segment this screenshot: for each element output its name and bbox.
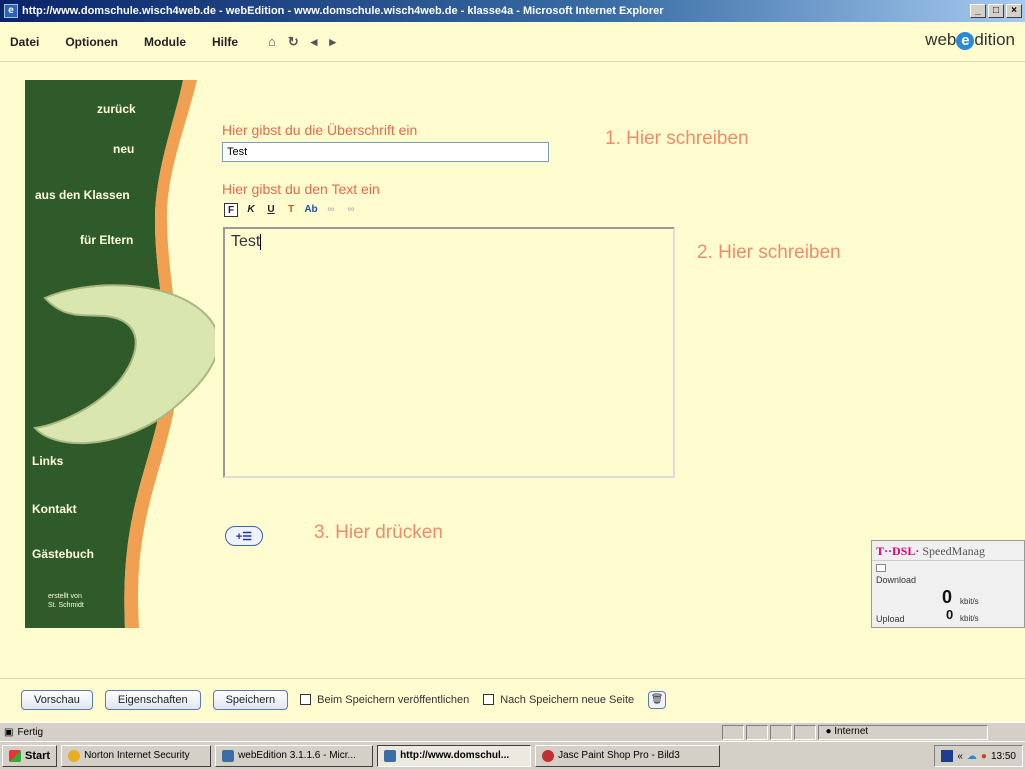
tdsl-logo: T··DSL· — [876, 544, 920, 558]
upload-label: Upload — [876, 614, 905, 624]
add-entry-button[interactable]: +☰ — [225, 526, 263, 546]
upload-value: 0 — [946, 607, 954, 622]
webedition-e-icon: e — [956, 32, 975, 50]
underline-button[interactable]: U — [264, 203, 278, 217]
status-text: Fertig — [17, 726, 44, 738]
ie-icon — [222, 749, 235, 762]
tray-expand-icon[interactable]: « — [957, 751, 963, 762]
nav-links[interactable]: Links — [32, 454, 63, 468]
norton-icon — [68, 749, 81, 762]
editor-text: Test — [231, 233, 261, 250]
nav-kontakt[interactable]: Kontakt — [32, 502, 77, 516]
font-color-button[interactable]: T — [284, 203, 298, 217]
home-icon[interactable]: ⌂ — [268, 34, 276, 50]
reload-icon[interactable]: ↻ — [288, 34, 299, 50]
school-sidebar: zurück neu aus den Klassen für Eltern Li… — [25, 80, 215, 628]
menu-optionen[interactable]: Optionen — [65, 35, 118, 49]
window-titlebar: e http://www.domschule.wisch4web.de - we… — [0, 0, 1025, 22]
credit-text: erstellt von St. Schmidt — [48, 593, 84, 609]
ie-icon — [384, 749, 397, 762]
maximize-button[interactable]: □ — [988, 4, 1004, 18]
editor-toolbar: F K U T Ab ∞ ∞ — [224, 203, 358, 217]
text-editor[interactable]: Test — [223, 227, 675, 478]
minimize-button[interactable]: _ — [970, 4, 986, 18]
nav-neu[interactable]: neu — [113, 142, 134, 156]
text-caret — [260, 234, 262, 250]
nav-gaestebuch[interactable]: Gästebuch — [32, 547, 94, 561]
system-tray: « ☁ ● 13:50 — [934, 745, 1023, 767]
download-value: 0 — [942, 587, 953, 607]
speedmanager-title: SpeedManag — [922, 544, 986, 558]
windows-logo-icon — [9, 749, 21, 762]
back-icon[interactable]: ◂ — [311, 34, 318, 50]
step1-hint: 1. Hier schreiben — [605, 128, 749, 149]
globe-icon: ● — [825, 725, 835, 737]
publish-on-save-checkbox[interactable]: Beim Speichern veröffentlichen — [300, 694, 469, 706]
clock: 13:50 — [990, 750, 1016, 762]
download-unit: kbit/s — [960, 597, 979, 606]
forward-icon[interactable]: ▸ — [329, 34, 336, 50]
new-page-after-save-checkbox[interactable]: Nach Speichern neue Seite — [483, 694, 634, 706]
security-icon[interactable]: ● — [981, 751, 987, 762]
nav-fuer-eltern[interactable]: für Eltern — [80, 233, 133, 247]
step3-hint: 3. Hier drücken — [314, 522, 443, 543]
menu-datei[interactable]: Datei — [10, 35, 39, 49]
nav-zurueck[interactable]: zurück — [97, 102, 136, 116]
nav-aus-den-klassen[interactable]: aus den Klassen — [35, 188, 130, 202]
task-domschule[interactable]: http://www.domschul... — [377, 744, 532, 767]
ie-icon: e — [4, 4, 18, 18]
dsl-speedmanager-widget[interactable]: T··DSL· SpeedManag Download 0 kbit/s Upl… — [871, 540, 1025, 628]
download-label: Download — [876, 575, 917, 585]
plus-list-icon: +☰ — [235, 530, 253, 543]
speed-meter-bar — [876, 564, 886, 572]
menu-bar: Datei Optionen Module Hilfe ⌂ ↻ ◂ ▸ — [0, 22, 1025, 62]
heading-label: Hier gibst du die Überschrift ein — [222, 122, 418, 138]
network-icon[interactable]: ☁ — [967, 751, 977, 762]
paintshop-icon — [542, 749, 555, 762]
windows-taskbar: Start Norton Internet Security webEditio… — [0, 741, 1025, 769]
properties-button[interactable]: Eigenschaften — [104, 689, 201, 710]
close-button[interactable]: × — [1006, 4, 1022, 18]
background-color-button[interactable]: Ab — [304, 203, 318, 217]
step2-hint: 2. Hier schreiben — [697, 242, 841, 263]
link-button[interactable]: ∞ — [324, 203, 338, 217]
italic-button[interactable]: K — [244, 203, 258, 217]
task-paintshop[interactable]: Jasc Paint Shop Pro - Bild3 — [535, 744, 721, 767]
sidebar-background — [25, 80, 215, 628]
zone-indicator: ● Internet — [818, 724, 989, 740]
status-bar: ▣ Fertig ● Internet — [0, 722, 1025, 741]
webedition-logo: web e dition — [925, 30, 1015, 50]
menu-module[interactable]: Module — [144, 35, 186, 49]
task-webedition[interactable]: webEdition 3.1.1.6 - Micr... — [215, 744, 374, 767]
page-status-icon: ▣ — [4, 726, 14, 738]
window-title: http://www.domschule.wisch4web.de - webE… — [22, 5, 664, 17]
upload-unit: kbit/s — [960, 614, 979, 623]
heading-input[interactable]: Test — [222, 142, 549, 162]
trash-icon[interactable]: 🗑 — [648, 690, 667, 709]
webedition-action-bar: Vorschau Eigenschaften Speichern Beim Sp… — [0, 678, 1025, 720]
bold-button[interactable]: F — [224, 203, 238, 217]
task-norton[interactable]: Norton Internet Security — [61, 744, 212, 767]
menu-hilfe[interactable]: Hilfe — [212, 35, 238, 49]
start-button[interactable]: Start — [2, 744, 58, 767]
preview-button[interactable]: Vorschau — [21, 689, 93, 710]
text-label: Hier gibst du den Text ein — [222, 181, 380, 197]
tray-app-icon[interactable] — [941, 750, 954, 762]
unlink-button[interactable]: ∞ — [344, 203, 358, 217]
save-button[interactable]: Speichern — [212, 689, 289, 710]
